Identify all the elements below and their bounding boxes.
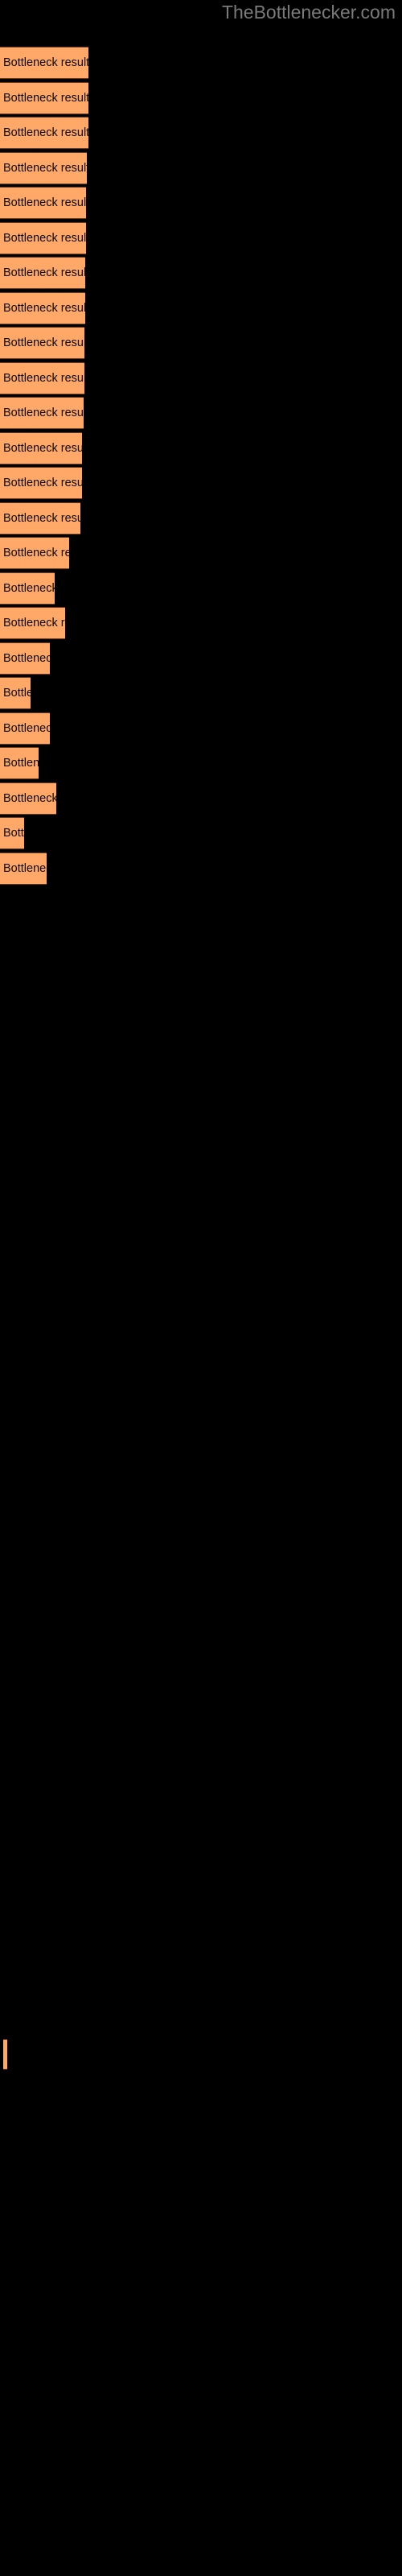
- bar-label: Bottleneck result: [3, 616, 65, 630]
- bar-label: Bottleneck result: [3, 686, 31, 700]
- bar-row[interactable]: Bottleneck result: [0, 572, 55, 605]
- bar-label: Bottleneck result: [3, 721, 50, 735]
- bar-row[interactable]: Bottleneck result: [0, 397, 84, 429]
- bar-clip: Bottleneck result: [0, 187, 86, 219]
- bar-row[interactable]: Bottleneck result: [0, 151, 87, 184]
- bar-label: Bottleneck result: [3, 301, 85, 315]
- bar[interactable]: Bottleneck result: [0, 642, 50, 675]
- bar-row[interactable]: Bottleneck result: [0, 117, 88, 149]
- bar-clip: Bottleneck result: [0, 852, 47, 885]
- bar-row[interactable]: Bottleneck result: [0, 431, 82, 464]
- bar-clip: Bottleneck result: [0, 677, 31, 709]
- bar-clip: Bottleneck result: [0, 431, 82, 464]
- bar-row[interactable]: Bottleneck result: [0, 782, 56, 815]
- tail-bar[interactable]: [3, 2039, 7, 2070]
- bar-row[interactable]: Bottleneck result: [0, 257, 85, 289]
- bar-row[interactable]: Bottleneck result: [0, 677, 31, 709]
- bar-label: Bottleneck result: [3, 581, 55, 595]
- bar-clip: Bottleneck result: [0, 817, 24, 849]
- bar-row[interactable]: Bottleneck result: [0, 747, 39, 779]
- bar-row[interactable]: Bottleneck result: [0, 502, 80, 535]
- bar-row[interactable]: Bottleneck result: [0, 537, 69, 569]
- bar-label: Bottleneck result: [3, 336, 84, 349]
- bar-clip: Bottleneck result: [0, 502, 80, 535]
- bar[interactable]: Bottleneck result: [0, 431, 82, 464]
- bar-clip: Bottleneck result: [0, 327, 84, 359]
- bar[interactable]: Bottleneck result: [0, 117, 88, 149]
- bar[interactable]: Bottleneck result: [0, 291, 85, 324]
- bar[interactable]: Bottleneck result: [0, 397, 84, 429]
- bar[interactable]: Bottleneck result: [0, 327, 84, 359]
- bar-label: Bottleneck result: [3, 371, 84, 385]
- bar-label: Bottleneck result: [3, 476, 82, 489]
- bar-row[interactable]: Bottleneck result: [0, 852, 47, 885]
- bar[interactable]: Bottleneck result: [0, 221, 86, 254]
- bar[interactable]: Bottleneck result: [0, 677, 31, 709]
- bar-clip: Bottleneck result: [0, 221, 86, 254]
- bar-clip: Bottleneck result: [0, 537, 69, 569]
- bar[interactable]: Bottleneck result: [0, 747, 39, 779]
- bar-label: Bottleneck result: [3, 196, 86, 209]
- bar[interactable]: Bottleneck result: [0, 502, 80, 535]
- bar-label: Bottleneck result: [3, 861, 47, 875]
- bar-label: Bottleneck result: [3, 441, 82, 455]
- bar-row[interactable]: Bottleneck result: [0, 47, 88, 79]
- bar[interactable]: Bottleneck result: [0, 817, 24, 849]
- bar-row[interactable]: Bottleneck result: [0, 467, 82, 499]
- bar-clip: Bottleneck result: [0, 747, 39, 779]
- bar[interactable]: Bottleneck result: [0, 712, 50, 745]
- bar[interactable]: Bottleneck result: [0, 467, 82, 499]
- bar[interactable]: Bottleneck result: [0, 257, 85, 289]
- bar-clip: Bottleneck result: [0, 291, 85, 324]
- bar-clip: Bottleneck result: [0, 712, 50, 745]
- bar-label: Bottleneck result: [3, 826, 24, 840]
- bar-label: Bottleneck result: [3, 161, 87, 175]
- bar-label: Bottleneck result: [3, 511, 80, 525]
- bar-label: Bottleneck result: [3, 791, 56, 805]
- bar-clip: Bottleneck result: [0, 47, 88, 79]
- bar[interactable]: Bottleneck result: [0, 852, 47, 885]
- page-root: TheBottlenecker.com Bottleneck result Bot…: [0, 0, 402, 2576]
- bar[interactable]: Bottleneck result: [0, 151, 87, 184]
- bar-label: Bottleneck result: [3, 651, 50, 665]
- bar-row[interactable]: Bottleneck result: [0, 712, 50, 745]
- bar-label: Bottleneck result: [3, 231, 86, 245]
- bar-clip: Bottleneck result: [0, 572, 55, 605]
- bar-clip: Bottleneck result: [0, 81, 88, 114]
- bar-clip: Bottleneck result: [0, 151, 87, 184]
- bar-clip: Bottleneck result: [0, 397, 84, 429]
- bar-clip: Bottleneck result: [0, 117, 88, 149]
- bar[interactable]: Bottleneck result: [0, 187, 86, 219]
- bar-clip: Bottleneck result: [0, 361, 84, 394]
- bar[interactable]: Bottleneck result: [0, 607, 65, 639]
- bar-clip: Bottleneck result: [0, 607, 65, 639]
- bar[interactable]: Bottleneck result: [0, 81, 88, 114]
- bar-row[interactable]: Bottleneck result: [0, 817, 24, 849]
- bar-label: Bottleneck result: [3, 56, 88, 69]
- bar-clip: Bottleneck result: [0, 782, 56, 815]
- bar-row[interactable]: Bottleneck result: [0, 221, 86, 254]
- bar-clip: Bottleneck result: [0, 257, 85, 289]
- bar-label: Bottleneck result: [3, 546, 69, 559]
- bar-row[interactable]: Bottleneck result: [0, 642, 50, 675]
- bar[interactable]: Bottleneck result: [0, 537, 69, 569]
- bottleneck-bar-chart: Bottleneck result Bottleneck result Bottle…: [0, 0, 402, 2576]
- bar-row[interactable]: Bottleneck result: [0, 327, 84, 359]
- bar-label: Bottleneck result: [3, 266, 85, 279]
- bar[interactable]: Bottleneck result: [0, 782, 56, 815]
- bar-row[interactable]: Bottleneck result: [0, 187, 86, 219]
- bar-row[interactable]: Bottleneck result: [0, 607, 65, 639]
- bar-row[interactable]: Bottleneck result: [0, 291, 85, 324]
- bar-label: Bottleneck result: [3, 756, 39, 770]
- bar-label: Bottleneck result: [3, 91, 88, 105]
- bar[interactable]: Bottleneck result: [0, 572, 55, 605]
- bar[interactable]: Bottleneck result: [0, 47, 88, 79]
- bar-row[interactable]: Bottleneck result: [0, 361, 84, 394]
- bar-label: Bottleneck result: [3, 406, 84, 419]
- bar-label: Bottleneck result: [3, 126, 88, 139]
- bar[interactable]: Bottleneck result: [0, 361, 84, 394]
- bar-clip: Bottleneck result: [0, 642, 50, 675]
- bar-row[interactable]: Bottleneck result: [0, 81, 88, 114]
- bar-clip: Bottleneck result: [0, 467, 82, 499]
